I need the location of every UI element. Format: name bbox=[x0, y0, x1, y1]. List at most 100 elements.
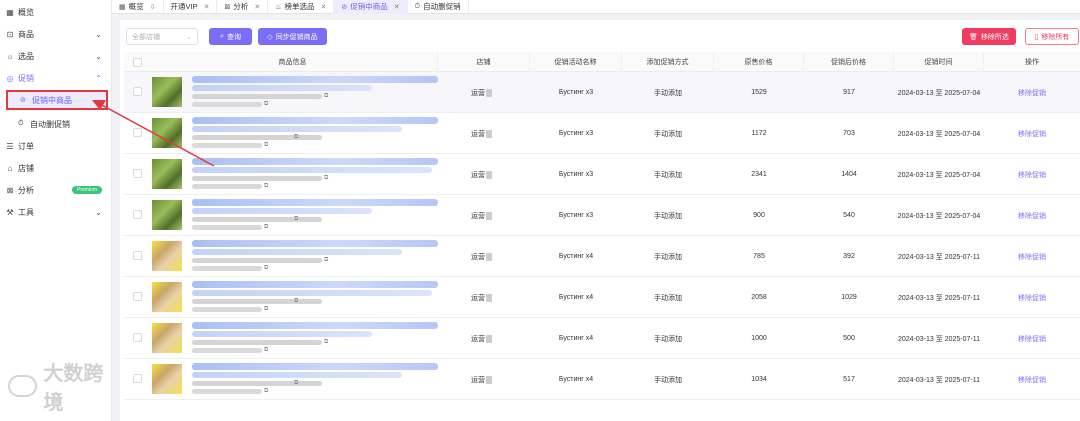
remove-promo-link[interactable]: 移除促销 bbox=[984, 359, 1080, 400]
promo-price-cell: 703 bbox=[843, 130, 855, 137]
copy-icon[interactable]: ⧉ bbox=[264, 183, 268, 190]
product-meta bbox=[192, 135, 322, 140]
remove-promo-link[interactable]: 移除促销 bbox=[984, 236, 1080, 277]
row-checkbox[interactable] bbox=[133, 128, 142, 137]
sidebar-item-analysis[interactable]: ⊠ 分析 Premium bbox=[0, 180, 112, 200]
sidebar-item-label: 店铺 bbox=[18, 163, 34, 173]
search-icon: ⌕ bbox=[220, 32, 224, 40]
product-title-link[interactable] bbox=[192, 85, 372, 91]
product-title-link[interactable] bbox=[192, 199, 438, 206]
sync-promo-button[interactable]: ◇ 同步促销商品 bbox=[258, 28, 327, 45]
column-header: 促销活动名称 bbox=[530, 52, 622, 72]
sidebar-item-orders[interactable]: ☰ 订单 bbox=[0, 136, 112, 156]
table-row: ⧉ ⧉ 运营 Бустинг x4 手动添加 1034 517 2024-03-… bbox=[124, 359, 1080, 400]
row-checkbox[interactable] bbox=[133, 87, 142, 96]
product-title-link[interactable] bbox=[192, 331, 372, 337]
pin-icon[interactable]: ⇩ bbox=[150, 3, 156, 11]
copy-icon[interactable]: ⧉ bbox=[294, 298, 298, 305]
chevron-down-icon: ⌄ bbox=[95, 207, 102, 217]
product-title-link[interactable] bbox=[192, 372, 402, 378]
product-title-link[interactable] bbox=[192, 363, 438, 370]
row-checkbox[interactable] bbox=[133, 169, 142, 178]
product-meta bbox=[192, 184, 262, 189]
close-icon[interactable]: ✕ bbox=[321, 3, 327, 11]
column-header: 商品信息 bbox=[148, 52, 438, 72]
copy-icon[interactable]: ⧉ bbox=[324, 175, 328, 182]
store-name: 运营 bbox=[471, 171, 485, 179]
product-title-link[interactable] bbox=[192, 240, 438, 247]
close-icon[interactable]: ✕ bbox=[254, 3, 260, 11]
store-select[interactable]: 全部店铺 ⌄ bbox=[126, 28, 198, 45]
tab-promoted-products[interactable]: ⊘ 促销中商品 ✕ bbox=[334, 0, 408, 14]
row-checkbox[interactable] bbox=[133, 292, 142, 301]
remove-promo-link[interactable]: 移除促销 bbox=[984, 113, 1080, 154]
copy-icon[interactable]: ⧉ bbox=[264, 142, 268, 149]
remove-all-button[interactable]: ▯ 移除所有 bbox=[1025, 28, 1079, 45]
remove-promo-link[interactable]: 移除促销 bbox=[984, 72, 1080, 113]
query-button[interactable]: ⌕ 查询 bbox=[209, 28, 252, 45]
product-meta bbox=[192, 176, 322, 181]
product-title-link[interactable] bbox=[192, 208, 372, 214]
sidebar-item-label: 选品 bbox=[18, 51, 34, 61]
promo-time-cell: 2024-03-13 至 2025-07-11 bbox=[898, 294, 980, 302]
store-cell: 运营 bbox=[471, 113, 492, 154]
grid-icon: ▦ bbox=[6, 7, 14, 17]
remove-selected-button[interactable]: 🗑 移除所选 bbox=[962, 28, 1016, 45]
store-name: 运营 bbox=[471, 130, 485, 138]
sidebar-item-products[interactable]: ⊡ 商品 ⌄ bbox=[0, 24, 112, 44]
tab-auto-remove[interactable]: ⏱ 自动删促销 bbox=[408, 0, 469, 14]
sidebar-item-stores[interactable]: ⌂ 店铺 bbox=[0, 158, 112, 178]
chevron-down-icon: ⌄ bbox=[186, 33, 192, 41]
product-title-link[interactable] bbox=[192, 167, 432, 173]
copy-icon[interactable]: ⧉ bbox=[264, 101, 268, 108]
tab-ranking[interactable]: ♨ 榜单选品 ✕ bbox=[268, 0, 335, 14]
product-title-link[interactable] bbox=[192, 76, 438, 83]
sidebar-subitem-auto-remove[interactable]: ⏱ 自动删促销 bbox=[6, 114, 108, 134]
copy-icon[interactable]: ⧉ bbox=[324, 93, 328, 100]
copy-icon[interactable]: ⧉ bbox=[294, 216, 298, 223]
tab-vip[interactable]: 开通VIP ✕ bbox=[164, 0, 218, 14]
copy-icon[interactable]: ⧉ bbox=[264, 224, 268, 231]
chart-icon: ⊠ bbox=[224, 3, 231, 11]
remove-promo-link[interactable]: 移除促销 bbox=[984, 154, 1080, 195]
promo-price-cell: 917 bbox=[843, 89, 855, 96]
copy-icon[interactable]: ⧉ bbox=[264, 306, 268, 313]
row-checkbox[interactable] bbox=[133, 374, 142, 383]
remove-promo-link[interactable]: 移除促销 bbox=[984, 318, 1080, 359]
copy-icon[interactable]: ⧉ bbox=[294, 134, 298, 141]
tab-overview[interactable]: ▦ 概览 ⇩ bbox=[112, 0, 164, 14]
row-checkbox[interactable] bbox=[133, 333, 142, 342]
select-all-checkbox[interactable] bbox=[133, 58, 142, 67]
sidebar-item-tools[interactable]: ⚒ 工具 ⌄ bbox=[0, 202, 112, 222]
copy-icon[interactable]: ⧉ bbox=[264, 388, 268, 395]
product-title-link[interactable] bbox=[192, 249, 402, 255]
row-checkbox[interactable] bbox=[133, 210, 142, 219]
product-title-link[interactable] bbox=[192, 126, 402, 132]
tab-analysis[interactable]: ⊠ 分析 ✕ bbox=[217, 0, 269, 14]
copy-icon[interactable]: ⧉ bbox=[264, 265, 268, 272]
copy-icon[interactable]: ⧉ bbox=[294, 380, 298, 387]
sidebar-item-selection[interactable]: ☼ 选品 ⌄ bbox=[0, 46, 112, 66]
sidebar-subitem-promoted-products[interactable]: ⊘ 促销中商品 bbox=[6, 90, 108, 110]
sidebar-item-promotion[interactable]: ◎ 促销 ⌃ bbox=[0, 68, 112, 88]
copy-icon[interactable]: ⧉ bbox=[264, 347, 268, 354]
row-checkbox[interactable] bbox=[133, 251, 142, 260]
promo-time-cell: 2024-03-13 至 2025-07-04 bbox=[897, 171, 981, 179]
product-title-link[interactable] bbox=[192, 281, 438, 288]
remove-promo-link[interactable]: 移除促销 bbox=[984, 195, 1080, 236]
product-title-link[interactable] bbox=[192, 158, 438, 165]
close-icon[interactable]: ✕ bbox=[394, 3, 400, 11]
original-price-cell: 1034 bbox=[751, 376, 767, 383]
product-title-link[interactable] bbox=[192, 290, 432, 296]
product-title-link[interactable] bbox=[192, 117, 438, 124]
product-thumbnail bbox=[152, 77, 182, 107]
sidebar-item-overview[interactable]: ▦ 概览 bbox=[0, 2, 112, 22]
trash-icon: ▯ bbox=[1034, 33, 1039, 41]
remove-promo-link[interactable]: 移除促销 bbox=[984, 277, 1080, 318]
copy-icon[interactable]: ⧉ bbox=[324, 339, 328, 346]
product-title-link[interactable] bbox=[192, 322, 438, 329]
copy-icon[interactable]: ⧉ bbox=[324, 257, 328, 264]
original-price-cell: 1529 bbox=[751, 89, 767, 96]
product-meta bbox=[192, 381, 322, 386]
close-icon[interactable]: ✕ bbox=[204, 3, 210, 11]
